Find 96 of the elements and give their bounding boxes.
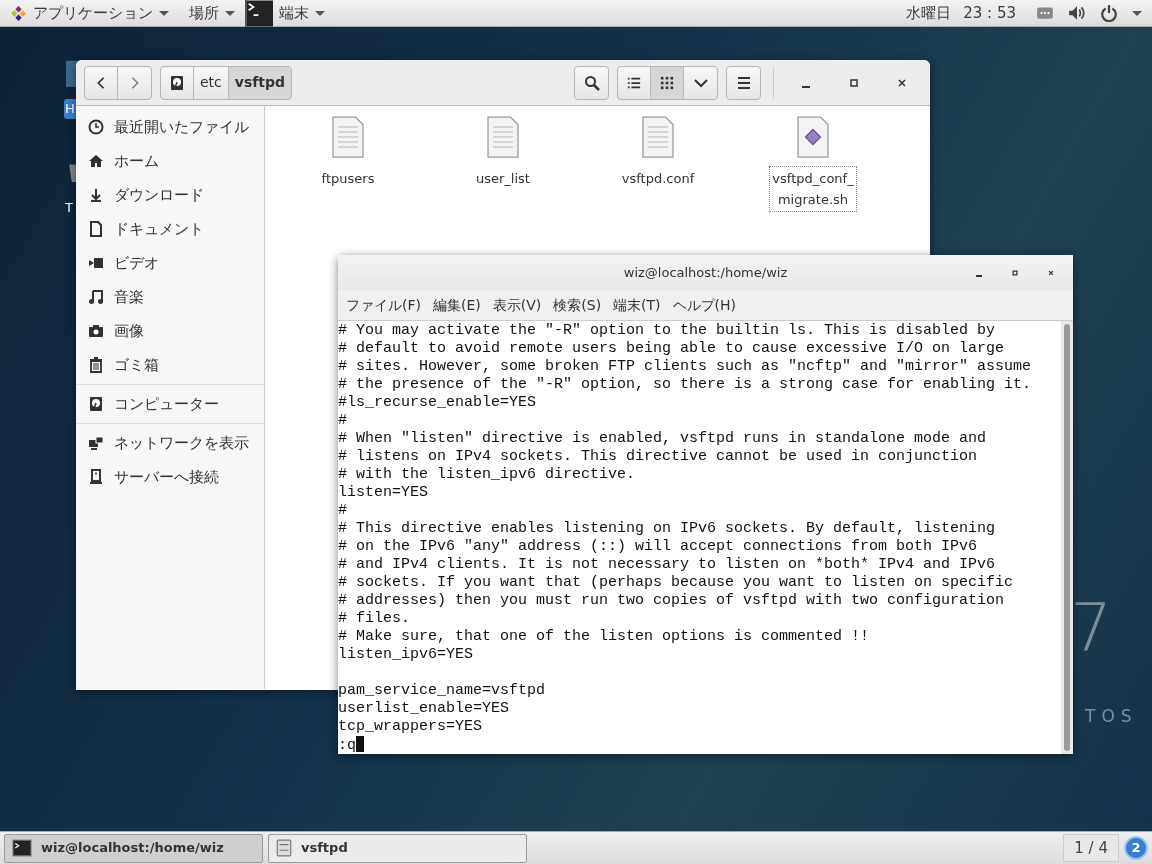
window-title: wiz@localhost:/home/wiz [623,263,788,282]
terminal-line: # When "listen" directive is enabled, vsftpd runs in standalone mode and [338,430,987,447]
terminal-icon [247,0,273,27]
path-button[interactable]: etc [194,66,229,99]
path-button[interactable]: vsftpd [228,66,292,99]
video-camera-icon [88,255,104,271]
terminal-line: # sockets. If you want that (perhaps because you want to listen on specific [338,574,1014,591]
sidebar-item[interactable]: コンピューター [76,387,264,421]
terminal-line: # [338,412,347,429]
home-icon [88,153,104,169]
taskbar-button[interactable]: vsftpd [268,833,527,863]
terminal-line: listen_ipv6=YES [338,646,474,663]
hard-drive-icon [169,74,185,91]
caret-icon [1132,10,1142,16]
terminal-icon [11,839,33,857]
terminal-line: pam_service_name=vsftpd [338,682,546,699]
network-computers-icon [88,435,104,451]
terminal-line: userlist_enable=YES [338,700,510,717]
terminal-line: # with the listen_ipv6 directive. [338,466,636,483]
hard-drive-icon [88,396,104,412]
server-icon [88,469,104,485]
menu-item[interactable]: ヘルプ(H) [666,294,743,316]
music-notes-icon [88,289,104,305]
terminal-line: :q [338,737,356,754]
clock-day: 水曜日 [906,1,952,25]
menu-item[interactable]: 端末(T) [607,294,667,316]
desktop-icon-label[interactable]: T [64,198,74,218]
caret-icon [159,10,169,16]
menu-item[interactable]: 編集(E) [427,294,487,316]
terminal-line: # and IPv4 clients. It is not necessary to listen on *both* IPv4 and IPv6 [338,556,996,573]
sidebar-item[interactable]: サーバーへ接続 [76,460,264,494]
terminal-line: # This directive enables listening on IPv6 sockets. By default, listening [338,520,996,537]
list-icon [627,75,641,90]
minimize-icon [801,85,811,88]
wallpaper-logo-text: TOS [1085,705,1138,728]
terminal-line: tcp_wrappers=YES [338,718,483,735]
caret-icon [315,10,325,16]
minimize-icon [976,275,982,277]
centos-logo-icon [10,4,27,22]
sidebar-item[interactable]: ドキュメント [76,212,264,246]
sidebar-item[interactable]: ゴミ箱 [76,348,264,382]
maximize-icon [1010,268,1020,278]
terminal-line: listen=YES [338,484,428,501]
file-name[interactable]: ftpusers [318,166,378,191]
applications-menu[interactable]: アプリケーション [0,1,179,25]
volume-icon [1068,4,1086,22]
file-name[interactable]: vsftpd_conf_ migrate.sh [769,166,857,212]
menu-item[interactable]: 表示(V) [486,294,548,316]
network-wired-icon [1036,4,1054,22]
notification-badge[interactable]: 2 [1124,836,1148,860]
download-icon [88,187,104,203]
terminal-line: # on the IPv6 "any" address (::) will accept connections from both IPv6 [338,538,978,555]
file-name[interactable]: user_list [473,166,533,191]
terminal-line: # sites. However, some broken FTP clients such as "ncftp" and "mirror" assume [338,358,1032,375]
menu-icon [735,74,752,91]
sidebar-item[interactable]: 音楽 [76,280,264,314]
sidebar-item[interactable]: ダウンロード [76,178,264,212]
app-menu[interactable]: 端末 [245,0,335,27]
camera-icon [88,323,104,339]
document-icon [88,221,104,237]
taskbar-button[interactable]: wiz@localhost:/home/wiz [4,833,263,863]
power-icon [1100,4,1118,22]
sidebar-item[interactable]: ホーム [76,144,264,178]
clock-time: 23 : 53 [963,2,1016,24]
sidebar-item[interactable]: 最近開いたファイル [76,110,264,144]
scrollbar-thumb[interactable] [1064,324,1070,751]
terminal-line: #ls_recurse_enable=YES [338,394,537,411]
terminal-line: # files. [338,610,410,627]
terminal-line: # listens on IPv4 sockets. This directive cannot be used in conjunction [338,448,978,465]
workspace-indicator[interactable]: 1 / 4 [1063,833,1119,863]
terminal-line: # [338,502,347,519]
grid-view-button[interactable] [651,66,684,99]
wallpaper-logo-text: 7 [1070,596,1112,662]
terminal-line: # the presence of the "-R" option, so there is a strong case for enabling it. [338,376,1032,393]
grid-icon [660,75,674,90]
clock-icon [88,119,104,135]
text-cursor [356,736,364,752]
sidebar-item[interactable]: ネットワークを表示 [76,426,264,460]
terminal-line: # You may activate the "-R" option to the builtin ls. This is disabled by [338,322,996,339]
close-icon [1046,268,1056,278]
clock[interactable]: 水曜日 23 : 53 [896,1,1026,25]
desktop-icon-label[interactable]: H [64,99,76,119]
sidebar-item[interactable]: 画像 [76,314,264,348]
close-icon [896,76,908,89]
places-menu[interactable]: 場所 [179,1,245,25]
terminal-line: # addresses) then you must run two copies of vsftpd with two configuration [338,592,1005,609]
terminal-line: # default to avoid remote users being able to cause excessive I/O on large [338,340,1005,357]
file-name[interactable]: vsftpd.conf [618,166,698,191]
terminal-line: # Make sure, that one of the listen options is commented !! [338,628,870,645]
menu-item[interactable]: 検索(S) [547,294,608,316]
search-icon [583,74,600,91]
file-cabinet-icon [275,839,293,857]
sidebar-item[interactable]: ビデオ [76,246,264,280]
maximize-icon [848,76,860,89]
caret-icon [225,10,235,16]
menu-item[interactable]: ファイル(F) [340,294,427,316]
